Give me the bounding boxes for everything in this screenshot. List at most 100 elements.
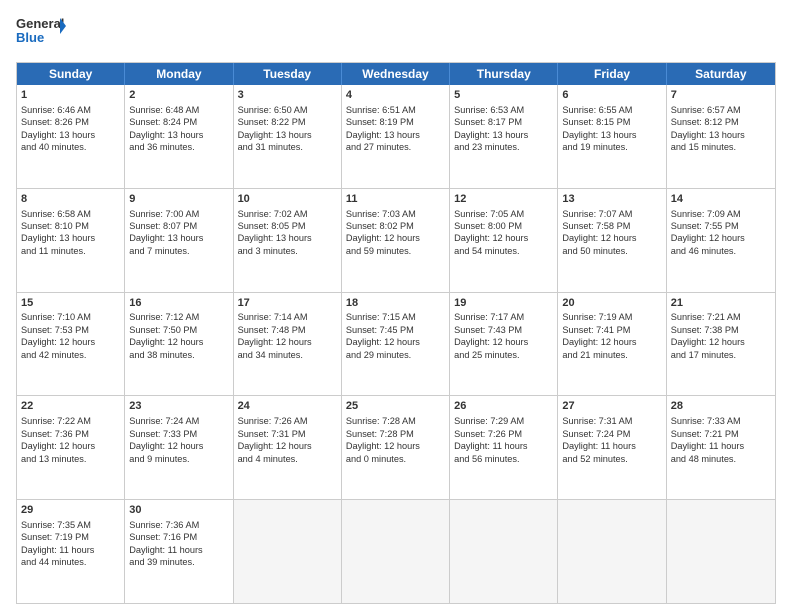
- day-cell-9: 9Sunrise: 7:00 AMSunset: 8:07 PMDaylight…: [125, 189, 233, 292]
- day-number: 17: [238, 296, 337, 311]
- day-info-line: and 9 minutes.: [129, 453, 228, 465]
- day-number: 15: [21, 296, 120, 311]
- day-number: 25: [346, 399, 445, 414]
- day-info-line: Daylight: 12 hours: [454, 232, 553, 244]
- day-cell-11: 11Sunrise: 7:03 AMSunset: 8:02 PMDayligh…: [342, 189, 450, 292]
- day-info-line: and 36 minutes.: [129, 141, 228, 153]
- day-info-line: Sunset: 7:36 PM: [21, 428, 120, 440]
- day-info-line: Sunset: 7:31 PM: [238, 428, 337, 440]
- day-cell-21: 21Sunrise: 7:21 AMSunset: 7:38 PMDayligh…: [667, 293, 775, 396]
- svg-text:Blue: Blue: [16, 30, 44, 45]
- day-cell-15: 15Sunrise: 7:10 AMSunset: 7:53 PMDayligh…: [17, 293, 125, 396]
- day-cell-24: 24Sunrise: 7:26 AMSunset: 7:31 PMDayligh…: [234, 396, 342, 499]
- day-info-line: Sunset: 8:05 PM: [238, 220, 337, 232]
- day-info-line: Sunset: 8:19 PM: [346, 116, 445, 128]
- day-info-line: Daylight: 12 hours: [454, 336, 553, 348]
- day-number: 5: [454, 88, 553, 103]
- day-info-line: Sunrise: 7:31 AM: [562, 415, 661, 427]
- day-info-line: Daylight: 13 hours: [129, 129, 228, 141]
- logo: General Blue: [16, 12, 66, 54]
- day-number: 6: [562, 88, 661, 103]
- day-info-line: Daylight: 13 hours: [21, 232, 120, 244]
- day-info-line: and 19 minutes.: [562, 141, 661, 153]
- day-info-line: and 4 minutes.: [238, 453, 337, 465]
- day-info-line: Sunset: 8:22 PM: [238, 116, 337, 128]
- day-info-line: Sunrise: 7:03 AM: [346, 208, 445, 220]
- day-number: 2: [129, 88, 228, 103]
- day-info-line: Sunrise: 7:00 AM: [129, 208, 228, 220]
- day-info-line: Daylight: 11 hours: [21, 544, 120, 556]
- day-cell-22: 22Sunrise: 7:22 AMSunset: 7:36 PMDayligh…: [17, 396, 125, 499]
- day-cell-19: 19Sunrise: 7:17 AMSunset: 7:43 PMDayligh…: [450, 293, 558, 396]
- day-info-line: Daylight: 11 hours: [671, 440, 771, 452]
- empty-cell: [667, 500, 775, 603]
- day-number: 16: [129, 296, 228, 311]
- day-cell-6: 6Sunrise: 6:55 AMSunset: 8:15 PMDaylight…: [558, 85, 666, 188]
- header-cell-thursday: Thursday: [450, 63, 558, 85]
- day-cell-12: 12Sunrise: 7:05 AMSunset: 8:00 PMDayligh…: [450, 189, 558, 292]
- calendar-header: SundayMondayTuesdayWednesdayThursdayFrid…: [17, 63, 775, 85]
- day-number: 12: [454, 192, 553, 207]
- day-info-line: and 29 minutes.: [346, 349, 445, 361]
- day-cell-30: 30Sunrise: 7:36 AMSunset: 7:16 PMDayligh…: [125, 500, 233, 603]
- day-cell-1: 1Sunrise: 6:46 AMSunset: 8:26 PMDaylight…: [17, 85, 125, 188]
- day-info-line: Sunrise: 6:46 AM: [21, 104, 120, 116]
- day-info-line: Sunset: 8:12 PM: [671, 116, 771, 128]
- day-info-line: and 52 minutes.: [562, 453, 661, 465]
- header-cell-wednesday: Wednesday: [342, 63, 450, 85]
- header-cell-monday: Monday: [125, 63, 233, 85]
- day-info-line: Sunrise: 7:17 AM: [454, 311, 553, 323]
- day-info-line: Sunset: 7:48 PM: [238, 324, 337, 336]
- day-info-line: Sunset: 7:45 PM: [346, 324, 445, 336]
- day-info-line: Daylight: 13 hours: [346, 129, 445, 141]
- day-info-line: and 21 minutes.: [562, 349, 661, 361]
- day-number: 28: [671, 399, 771, 414]
- header-cell-friday: Friday: [558, 63, 666, 85]
- day-info-line: Sunset: 7:50 PM: [129, 324, 228, 336]
- day-number: 1: [21, 88, 120, 103]
- day-info-line: and 27 minutes.: [346, 141, 445, 153]
- calendar-row: 8Sunrise: 6:58 AMSunset: 8:10 PMDaylight…: [17, 189, 775, 293]
- header-cell-saturday: Saturday: [667, 63, 775, 85]
- day-number: 4: [346, 88, 445, 103]
- day-cell-16: 16Sunrise: 7:12 AMSunset: 7:50 PMDayligh…: [125, 293, 233, 396]
- day-info-line: and 13 minutes.: [21, 453, 120, 465]
- day-info-line: and 15 minutes.: [671, 141, 771, 153]
- calendar-row: 15Sunrise: 7:10 AMSunset: 7:53 PMDayligh…: [17, 293, 775, 397]
- day-info-line: Sunrise: 7:09 AM: [671, 208, 771, 220]
- day-info-line: and 50 minutes.: [562, 245, 661, 257]
- day-info-line: Daylight: 13 hours: [238, 129, 337, 141]
- day-number: 19: [454, 296, 553, 311]
- day-info-line: Sunrise: 7:19 AM: [562, 311, 661, 323]
- day-number: 20: [562, 296, 661, 311]
- day-info-line: Sunset: 7:33 PM: [129, 428, 228, 440]
- day-info-line: Daylight: 13 hours: [562, 129, 661, 141]
- day-info-line: Sunrise: 7:14 AM: [238, 311, 337, 323]
- day-info-line: Sunset: 7:24 PM: [562, 428, 661, 440]
- day-number: 23: [129, 399, 228, 414]
- day-info-line: Sunset: 8:17 PM: [454, 116, 553, 128]
- day-info-line: Sunrise: 6:53 AM: [454, 104, 553, 116]
- day-cell-25: 25Sunrise: 7:28 AMSunset: 7:28 PMDayligh…: [342, 396, 450, 499]
- day-info-line: Daylight: 13 hours: [671, 129, 771, 141]
- day-cell-7: 7Sunrise: 6:57 AMSunset: 8:12 PMDaylight…: [667, 85, 775, 188]
- day-info-line: Daylight: 12 hours: [238, 336, 337, 348]
- day-info-line: Sunset: 7:26 PM: [454, 428, 553, 440]
- day-info-line: Daylight: 11 hours: [562, 440, 661, 452]
- day-info-line: Sunset: 7:53 PM: [21, 324, 120, 336]
- day-info-line: Sunset: 7:28 PM: [346, 428, 445, 440]
- day-info-line: and 31 minutes.: [238, 141, 337, 153]
- day-info-line: and 23 minutes.: [454, 141, 553, 153]
- day-info-line: Daylight: 12 hours: [346, 336, 445, 348]
- day-info-line: Sunset: 7:19 PM: [21, 531, 120, 543]
- day-info-line: and 40 minutes.: [21, 141, 120, 153]
- day-number: 27: [562, 399, 661, 414]
- calendar-row: 1Sunrise: 6:46 AMSunset: 8:26 PMDaylight…: [17, 85, 775, 189]
- logo-svg: General Blue: [16, 12, 66, 54]
- day-number: 30: [129, 503, 228, 518]
- day-info-line: Sunrise: 7:35 AM: [21, 519, 120, 531]
- day-cell-8: 8Sunrise: 6:58 AMSunset: 8:10 PMDaylight…: [17, 189, 125, 292]
- day-info-line: and 11 minutes.: [21, 245, 120, 257]
- day-info-line: Sunset: 8:02 PM: [346, 220, 445, 232]
- day-info-line: Sunrise: 7:02 AM: [238, 208, 337, 220]
